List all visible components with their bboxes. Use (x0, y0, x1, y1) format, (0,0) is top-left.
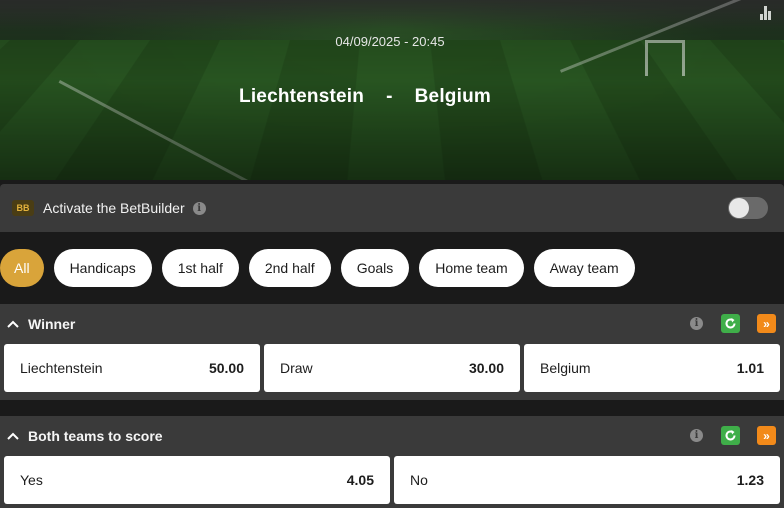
outcome-button-draw[interactable]: Draw 30.00 (264, 344, 520, 392)
outcome-price: 4.05 (346, 472, 374, 488)
market-filter-bar: All Handicaps 1st half 2nd half Goals Ho… (0, 249, 635, 287)
market-header[interactable]: Winner i » (0, 304, 784, 344)
filter-chip-handicaps[interactable]: Handicaps (53, 249, 152, 287)
betbuilder-toggle[interactable] (728, 197, 768, 219)
market-header[interactable]: Both teams to score i » (0, 416, 784, 456)
match-title: Liechtenstein - Belgium (0, 86, 730, 108)
filter-chip-away-team[interactable]: Away team (533, 249, 635, 287)
market-title: Both teams to score (28, 428, 163, 444)
chevron-up-icon[interactable] (6, 429, 20, 443)
outcomes-row: Yes 4.05 No 1.23 (0, 456, 784, 504)
market-title: Winner (28, 316, 76, 332)
market-actions: i » (690, 426, 776, 445)
outcome-price: 50.00 (208, 360, 244, 376)
filter-chip-all[interactable]: All (0, 249, 44, 287)
betbuilder-bar: BB Activate the BetBuilder i (0, 184, 784, 232)
home-team-name: Liechtenstein (239, 86, 365, 107)
outcome-price: 1.01 (736, 360, 764, 376)
outcome-label: Liechtenstein (20, 360, 103, 376)
outcome-button-away[interactable]: Belgium 1.01 (524, 344, 780, 392)
toggle-knob (729, 198, 749, 218)
outcome-button-yes[interactable]: Yes 4.05 (4, 456, 390, 504)
filter-chip-1st-half[interactable]: 1st half (161, 249, 239, 287)
info-icon[interactable]: i (192, 201, 206, 215)
market-both-teams-to-score: Both teams to score i » Yes 4.05 No 1.23 (0, 416, 784, 508)
outcome-label: Draw (280, 360, 313, 376)
refresh-icon[interactable] (721, 314, 740, 333)
chevron-up-icon[interactable] (6, 317, 20, 331)
match-datetime: 04/09/2025 - 20:45 (335, 34, 445, 49)
outcome-button-home[interactable]: Liechtenstein 50.00 (4, 344, 260, 392)
outcome-price: 1.23 (736, 472, 764, 488)
market-actions: i » (690, 314, 776, 333)
info-icon[interactable]: i (690, 317, 703, 330)
bar-chart-icon[interactable] (760, 6, 772, 20)
outcome-label: Belgium (540, 360, 591, 376)
outcome-label: No (410, 472, 428, 488)
double-chevron-right-icon[interactable]: » (757, 314, 776, 333)
outcomes-row: Liechtenstein 50.00 Draw 30.00 Belgium 1… (0, 344, 784, 392)
match-header-banner: 04/09/2025 - 20:45 Liechtenstein - Belgium (0, 0, 784, 180)
away-team-name: Belgium (414, 86, 491, 107)
double-chevron-right-icon[interactable]: » (757, 426, 776, 445)
outcome-button-no[interactable]: No 1.23 (394, 456, 780, 504)
outcome-label: Yes (20, 472, 43, 488)
team-separator: - (386, 86, 393, 107)
filter-chip-home-team[interactable]: Home team (419, 249, 524, 287)
betbuilder-label: Activate the BetBuilder (43, 200, 185, 216)
refresh-icon[interactable] (721, 426, 740, 445)
info-icon[interactable]: i (690, 429, 703, 442)
betbuilder-badge: BB (12, 200, 34, 216)
outcome-price: 30.00 (468, 360, 504, 376)
market-winner: Winner i » Liechtenstein 50.00 Draw 30.0… (0, 304, 784, 400)
filter-chip-goals[interactable]: Goals (340, 249, 410, 287)
filter-chip-2nd-half[interactable]: 2nd half (248, 249, 331, 287)
